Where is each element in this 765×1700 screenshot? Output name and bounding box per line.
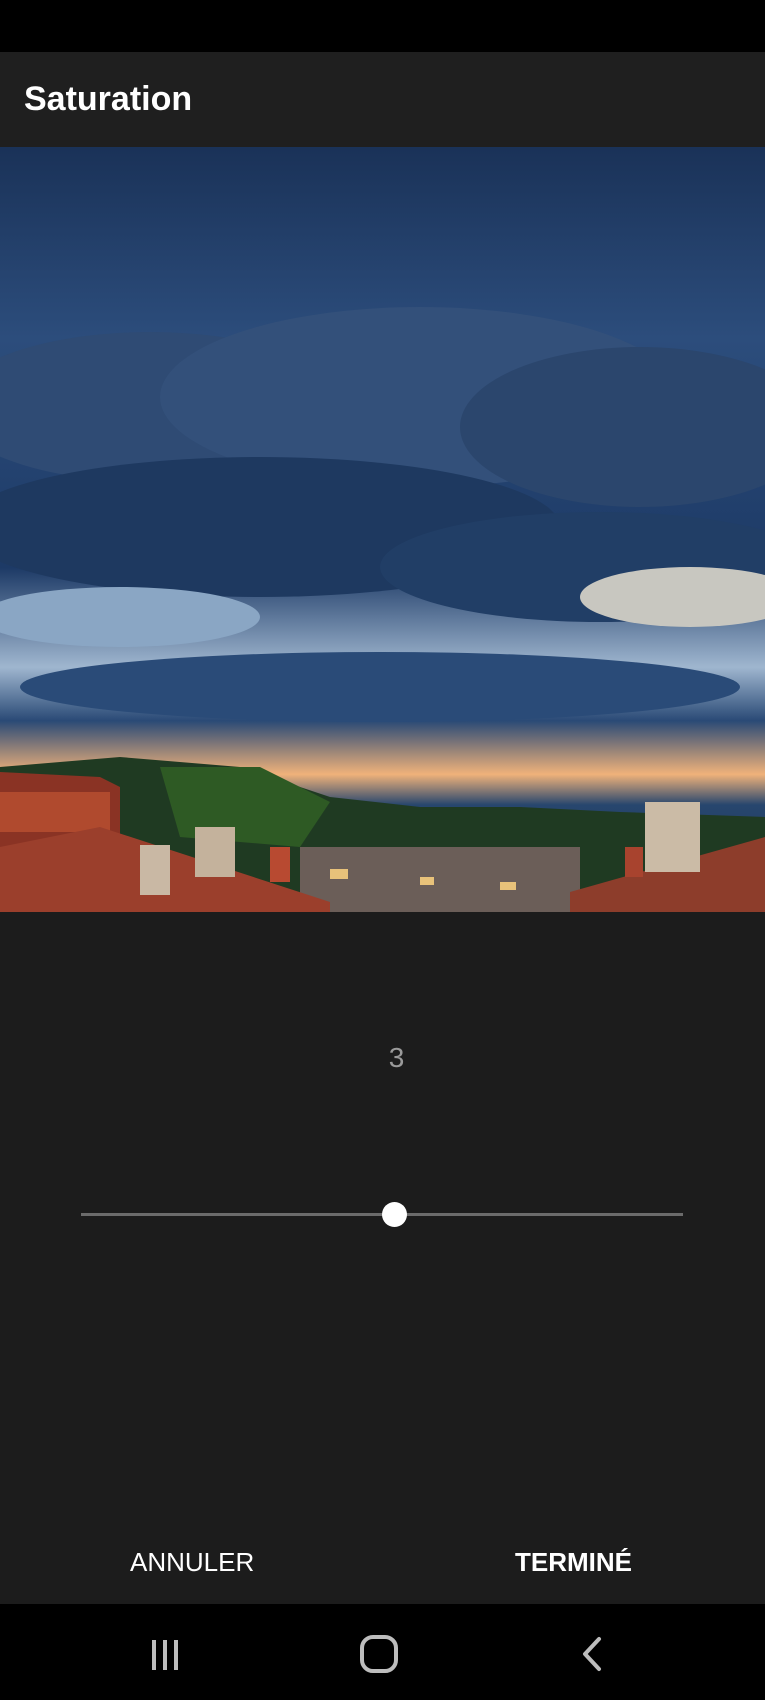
saturation-slider[interactable] <box>81 1200 683 1230</box>
back-button[interactable] <box>563 1628 623 1680</box>
home-icon <box>360 1635 398 1673</box>
saturation-value: 3 <box>388 1042 405 1073</box>
cancel-button[interactable]: ANNULER <box>130 1540 254 1584</box>
done-button[interactable]: TERMINÉ <box>515 1540 635 1584</box>
page-title: Saturation <box>24 80 193 118</box>
recents-icon <box>152 1640 178 1670</box>
home-button[interactable] <box>349 1628 409 1680</box>
recents-button[interactable] <box>135 1628 195 1680</box>
slider-thumb[interactable] <box>381 1202 407 1227</box>
navigation-bar <box>0 1604 765 1700</box>
status-bar <box>0 0 765 52</box>
photo-preview <box>0 147 765 912</box>
back-icon <box>583 1637 601 1671</box>
app-bar: Saturation <box>0 52 765 147</box>
